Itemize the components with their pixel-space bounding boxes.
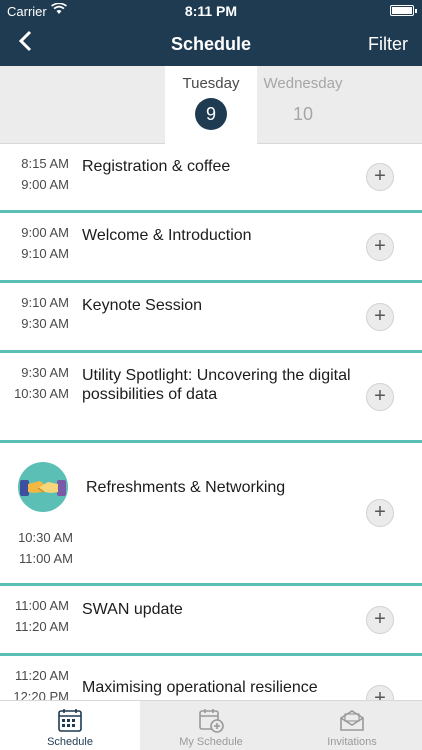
end-time: 11:20 AM [15, 619, 69, 634]
day-tab-wednesday[interactable]: Wednesday 10 [257, 66, 349, 144]
calendar-add-icon [198, 707, 224, 733]
tab-label: My Schedule [179, 736, 243, 748]
end-time: 9:30 AM [21, 316, 69, 331]
add-to-schedule-button[interactable]: + [366, 606, 394, 634]
end-time: 10:30 AM [14, 386, 69, 401]
tab-schedule[interactable]: Schedule [0, 701, 140, 750]
status-bar: Carrier 8:11 PM [0, 0, 422, 22]
start-time: 9:30 AM [21, 365, 69, 380]
event-title: SWAN update [82, 601, 183, 618]
event-title: Keynote Session [82, 297, 203, 314]
day-name: Wednesday [263, 75, 343, 92]
list-item[interactable]: 9:30 AM 10:30 AM Utility Spotlight: Unco… [0, 353, 422, 440]
list-item[interactable]: 9:10 AM 9:30 AM Keynote Session + [0, 283, 422, 350]
handshake-icon [18, 462, 68, 512]
day-number: 9 [195, 98, 227, 130]
add-to-schedule-button[interactable]: + [366, 685, 394, 700]
calendar-icon [57, 707, 83, 733]
add-to-schedule-button[interactable]: + [366, 303, 394, 331]
day-tab-tuesday[interactable]: Tuesday 9 [165, 66, 257, 144]
start-time: 9:10 AM [21, 295, 69, 310]
start-time: 11:20 AM [15, 668, 69, 683]
start-time: 10:30 AM [18, 530, 73, 545]
list-item[interactable]: 11:20 AM 12:20 PM Maximising operational… [0, 656, 422, 700]
add-to-schedule-button[interactable]: + [366, 233, 394, 261]
page-title: Schedule [170, 34, 252, 54]
battery-icon [390, 5, 417, 16]
end-time: 11:00 AM [19, 551, 73, 566]
start-time: 9:00 AM [21, 225, 69, 240]
tab-label: Schedule [47, 736, 93, 748]
navigation-header: Carrier 8:11 PM Schedule Filter [0, 0, 422, 66]
list-item[interactable]: Refreshments & Networking 10:30 AM 11:00… [0, 443, 422, 583]
tab-label: Invitations [327, 736, 377, 748]
end-time: 9:00 AM [21, 177, 69, 192]
schedule-list[interactable]: 8:15 AM 9:00 AM Registration & coffee + … [0, 144, 422, 700]
event-title: Refreshments & Networking [86, 479, 286, 496]
status-time: 8:11 PM [184, 3, 238, 19]
envelope-icon [339, 707, 365, 733]
day-number: 10 [292, 104, 314, 124]
start-time: 11:00 AM [15, 598, 69, 613]
tab-my-schedule[interactable]: My Schedule [141, 701, 281, 750]
tab-invitations[interactable]: Invitations [282, 701, 422, 750]
add-to-schedule-button[interactable]: + [366, 383, 394, 411]
nav-bar: Schedule Filter [0, 22, 422, 66]
end-time: 12:20 PM [13, 689, 69, 700]
add-to-schedule-button[interactable]: + [366, 163, 394, 191]
event-title: Utility Spotlight: Uncovering the digita… [82, 367, 351, 403]
start-time: 8:15 AM [21, 156, 69, 171]
event-title: Maximising operational resilience [82, 679, 318, 696]
day-name: Tuesday [182, 75, 240, 92]
event-title: Registration & coffee [82, 158, 231, 175]
list-item[interactable]: 9:00 AM 9:10 AM Welcome & Introduction + [0, 213, 422, 280]
list-item[interactable]: 11:00 AM 11:20 AM SWAN update + [0, 586, 422, 653]
event-title: Welcome & Introduction [82, 227, 252, 244]
tab-bar: Schedule My Schedule Invitations [0, 700, 422, 750]
list-item[interactable]: 8:15 AM 9:00 AM Registration & coffee + [0, 144, 422, 210]
day-selector: Tuesday 9 Wednesday 10 [0, 66, 422, 144]
add-to-schedule-button[interactable]: + [366, 499, 394, 527]
filter-button[interactable]: Filter [368, 34, 408, 55]
end-time: 9:10 AM [21, 246, 69, 261]
